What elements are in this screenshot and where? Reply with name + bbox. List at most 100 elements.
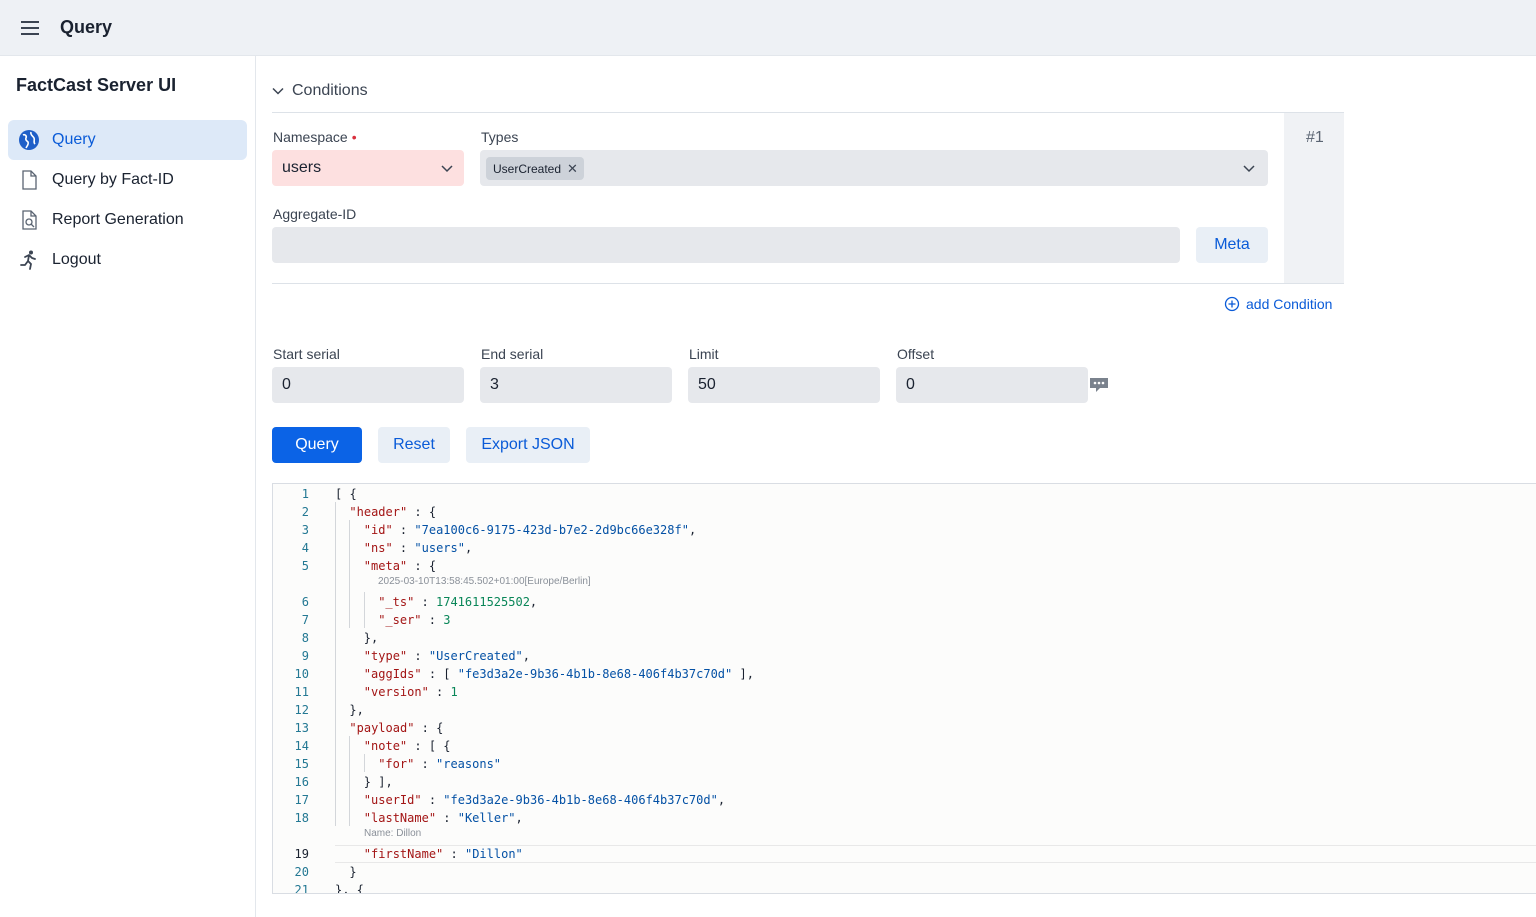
code-text: [ {	[335, 487, 357, 501]
meta-button[interactable]: Meta	[1196, 227, 1268, 263]
namespace-label: Namespace •	[273, 129, 357, 145]
code-text: "aggIds" : [ "fe3d3a2e-9b36-4b1b-8e68-40…	[363, 667, 754, 681]
aggregate-id-input[interactable]	[272, 227, 1180, 263]
line-number: 3	[301, 523, 309, 537]
code-line: 17 "userId" : "fe3d3a2e-9b36-4b1b-8e68-40…	[273, 791, 1536, 809]
code-text: }	[349, 865, 357, 879]
line-number: 18	[294, 811, 309, 825]
code-line: 4 "ns" : "users",	[273, 539, 1536, 557]
line-number: 1	[301, 487, 309, 501]
end-serial-label: End serial	[481, 346, 544, 362]
code-line: 6 "_ts" : 1741611525502,	[273, 593, 1536, 611]
code-text: } ],	[363, 775, 393, 789]
main-content: Conditions #1 Namespace • users Types Use…	[272, 56, 1536, 917]
timestamp-hint: 2025-03-10T13:58:45.502+01:00[Europe/Ber…	[378, 576, 591, 587]
limit-input[interactable]: 50	[688, 367, 880, 403]
comment-icon[interactable]	[1088, 376, 1110, 394]
code-text: "userId" : "fe3d3a2e-9b36-4b1b-8e68-406f…	[363, 793, 726, 807]
globe-icon	[18, 129, 40, 151]
code-line: 14 "note" : [ {	[273, 737, 1536, 755]
code-line: 20}	[273, 863, 1536, 881]
condition-index: #1	[1306, 129, 1324, 146]
line-number: 2	[301, 505, 309, 519]
file-search-icon	[18, 209, 40, 231]
start-serial-label: Start serial	[273, 346, 340, 362]
name-hint: Name: Dillon	[364, 828, 422, 839]
line-number: 15	[294, 757, 309, 771]
condition-index-panel: #1	[1284, 113, 1344, 283]
sidebar-item-label: Query by Fact-ID	[52, 171, 174, 188]
sidebar-item-report-generation[interactable]: Report Generation	[8, 200, 247, 240]
hamburger-menu-icon[interactable]	[14, 14, 46, 42]
code-text: "_ts" : 1741611525502,	[378, 595, 538, 609]
divider	[272, 112, 1344, 113]
code-line: 7 "_ser" : 3	[273, 611, 1536, 629]
code-line: 10 "aggIds" : [ "fe3d3a2e-9b36-4b1b-8e68-…	[273, 665, 1536, 683]
sidebar-item-query[interactable]: Query	[8, 120, 247, 160]
line-number: 7	[301, 613, 309, 627]
page-title: Query	[60, 17, 113, 37]
code-text: "for" : "reasons"	[378, 757, 502, 771]
sidebar-item-label: Query	[52, 131, 96, 148]
offset-input[interactable]: 0	[896, 367, 1088, 403]
code-text: "version" : 1	[363, 685, 458, 699]
namespace-label-text: Namespace	[273, 129, 348, 145]
code-text: "note" : [ {	[363, 739, 451, 753]
line-number: 19	[294, 847, 309, 861]
end-serial-input[interactable]: 3	[480, 367, 672, 403]
add-condition-button[interactable]: add Condition	[1224, 294, 1332, 314]
line-number: 14	[294, 739, 309, 753]
conditions-header: Conditions	[292, 82, 368, 99]
offset-label: Offset	[897, 346, 935, 362]
code-line: 13 "payload" : {	[273, 719, 1536, 737]
sidebar-item-logout[interactable]: Logout	[8, 240, 247, 280]
sidebar-item-label: Report Generation	[52, 211, 184, 228]
line-number: 16	[294, 775, 309, 789]
reset-button[interactable]: Reset	[378, 427, 450, 463]
code-text: "_ser" : 3	[378, 613, 451, 627]
code-line: 18 "lastName" : "Keller",	[273, 809, 1536, 827]
line-number: 4	[301, 541, 309, 555]
line-number: 13	[294, 721, 309, 735]
limit-label: Limit	[689, 346, 719, 362]
code-text: },	[363, 631, 379, 645]
sidebar-item-label: Logout	[52, 251, 101, 268]
code-text: "header" : {	[349, 505, 437, 519]
json-result-editor[interactable]: 1 [ { 2 "header" : { 3 "id" : "7ea100c6-9175-…	[272, 483, 1536, 894]
code-text: "payload" : {	[349, 721, 444, 735]
sidebar: FactCast Server UI Query Query by Fact-I…	[0, 56, 256, 917]
line-number: 12	[294, 703, 309, 717]
code-line: 19 "firstName" : "Dillon"	[273, 845, 1536, 863]
running-person-icon	[18, 249, 40, 271]
chevron-down-icon	[1243, 165, 1255, 173]
chevron-down-icon	[272, 87, 284, 95]
types-label: Types	[481, 129, 519, 145]
line-number: 20	[294, 865, 309, 879]
top-bar: Query	[0, 0, 1536, 56]
add-condition-label: add Condition	[1246, 296, 1333, 312]
code-line: 11 "version" : 1	[273, 683, 1536, 701]
code-line: 9 "type" : "UserCreated",	[273, 647, 1536, 665]
line-number: 6	[301, 595, 309, 609]
types-select[interactable]: UserCreated ✕	[480, 150, 1268, 186]
divider	[272, 283, 1344, 284]
required-marker: •	[351, 129, 357, 145]
code-text: "firstName" : "Dillon"	[363, 847, 523, 861]
line-number: 17	[294, 793, 309, 807]
code-text: }, {	[335, 883, 364, 894]
code-line: 12},	[273, 701, 1536, 719]
code-line: 15 "for" : "reasons"	[273, 755, 1536, 773]
query-button[interactable]: Query	[272, 427, 362, 463]
code-line: 16 } ],	[273, 773, 1536, 791]
conditions-toggle[interactable]: Conditions	[272, 80, 368, 102]
code-text: "id" : "7ea100c6-9175-423d-b7e2-2d9bc66e…	[363, 523, 697, 537]
file-icon	[18, 169, 40, 191]
line-number: 10	[294, 667, 309, 681]
start-serial-input[interactable]: 0	[272, 367, 464, 403]
export-json-button[interactable]: Export JSON	[466, 427, 590, 463]
close-icon[interactable]: ✕	[567, 161, 578, 177]
namespace-select[interactable]: users	[272, 150, 464, 186]
sidebar-nav: Query Query by Fact-ID Report Generation…	[8, 120, 247, 280]
sidebar-item-query-by-fact-id[interactable]: Query by Fact-ID	[8, 160, 247, 200]
code-text: "type" : "UserCreated",	[363, 649, 530, 663]
